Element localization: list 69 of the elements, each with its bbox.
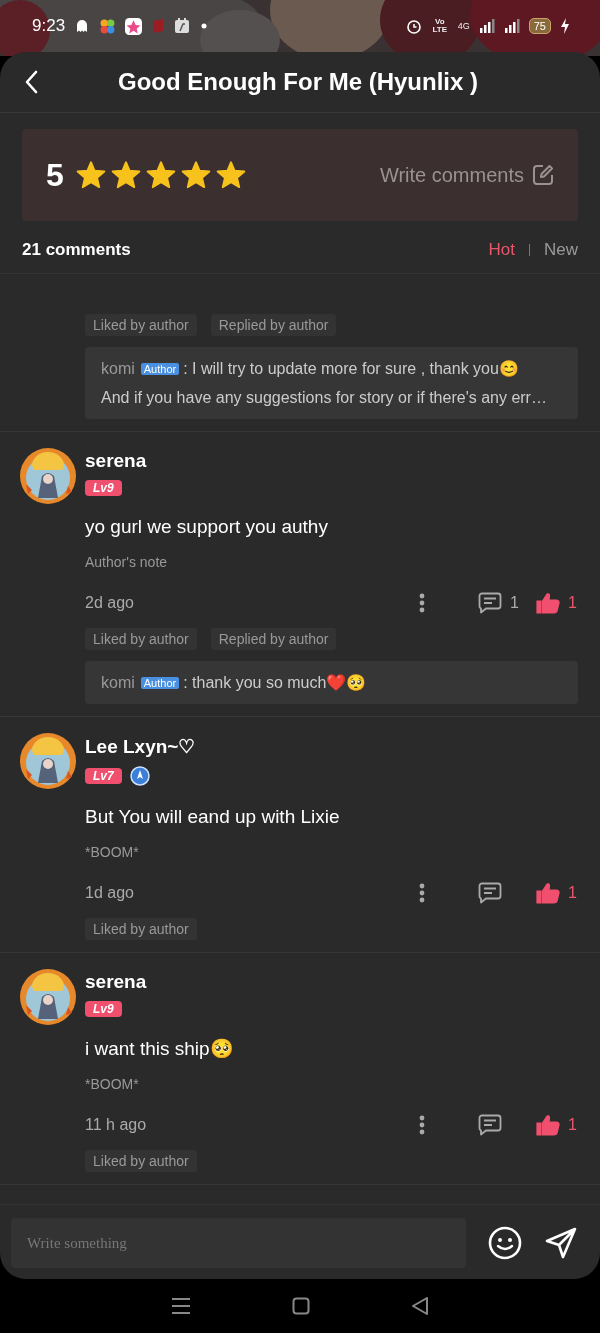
edit-icon <box>532 164 554 186</box>
flower-icon <box>99 17 117 35</box>
like-button[interactable]: 1 <box>536 882 578 904</box>
thumbs-up-icon <box>536 592 560 614</box>
write-comments-button[interactable]: Write comments <box>379 163 554 187</box>
comment-icon <box>478 1114 502 1136</box>
comment-text: yo gurl we support you authy <box>85 516 328 538</box>
more-icon[interactable] <box>418 592 426 614</box>
alarm-icon <box>405 18 422 34</box>
status-tag: Liked by author <box>85 1150 197 1172</box>
user-name[interactable]: serena <box>85 450 147 472</box>
level-badge: Lv9 <box>85 1001 122 1017</box>
status-tag: Liked by author <box>85 314 197 336</box>
reply-button[interactable]: 1 <box>478 592 536 614</box>
thumbs-up-icon <box>536 1114 560 1136</box>
signal-icon <box>503 19 520 33</box>
charging-icon <box>560 18 570 34</box>
like-button[interactable]: 1 <box>536 592 578 614</box>
menu-icon[interactable] <box>170 1297 191 1315</box>
author-badge: Author <box>140 362 180 375</box>
comment-text: i want this ship🥺 <box>85 1037 234 1060</box>
author-badge: Author <box>140 676 180 689</box>
comment-time: 1d ago <box>85 884 135 902</box>
app-icon <box>151 18 166 34</box>
comment-time: 11 h ago <box>85 1116 148 1134</box>
signal-icon <box>478 19 495 33</box>
rating-score: 5 <box>46 156 64 194</box>
status-tag: Liked by author <box>85 628 197 650</box>
reply-text: And if you have any suggestions for story or if there's any err… <box>101 389 548 407</box>
comment-input-field[interactable]: Write something <box>11 1218 466 1268</box>
status-tag: Replied by author <box>210 314 337 336</box>
user-name[interactable]: serena <box>85 971 147 993</box>
comment-time: 2d ago <box>85 594 135 612</box>
page-title: Good Enough For Me (Hyunlix ) <box>117 68 479 96</box>
comment-icon <box>478 592 502 614</box>
calendar-icon <box>174 18 191 34</box>
sort-tab[interactable]: New <box>544 240 578 260</box>
comment-note: *BOOM* <box>85 1076 139 1092</box>
level-badge: Lv9 <box>85 480 122 496</box>
more-icon[interactable] <box>418 1114 426 1136</box>
comment-note: *BOOM* <box>85 844 139 860</box>
thumbs-up-icon <box>536 882 560 904</box>
sort-tab[interactable]: Hot <box>488 240 515 260</box>
reply-text: : I will try to update more for sure , thank you😊 <box>183 359 519 378</box>
reply-author[interactable]: komi <box>101 359 135 378</box>
comment-count: 21 comments <box>22 240 132 260</box>
star-icon <box>215 161 246 189</box>
user-name[interactable]: Lee Lxyn~♡ <box>85 735 196 758</box>
like-button[interactable]: 1 <box>536 1114 578 1136</box>
network-label: Vo LTE <box>431 18 448 34</box>
emoji-icon[interactable] <box>488 1226 522 1260</box>
clock-time: 9:23 <box>32 16 66 36</box>
star-icon <box>110 161 141 189</box>
star-icon <box>180 161 211 189</box>
back-icon[interactable] <box>411 1296 430 1316</box>
star-icon <box>75 161 106 189</box>
comment-text: But You will eand up with Lixie <box>85 806 340 828</box>
comment-icon <box>478 882 502 904</box>
network-type: 4G <box>457 21 470 31</box>
send-icon[interactable] <box>544 1226 578 1260</box>
comment-note: Author's note <box>85 554 168 570</box>
reply-author[interactable]: komi <box>101 673 135 692</box>
reply-text: : thank you so much❤🥺 <box>183 673 367 692</box>
status-tag: Liked by author <box>85 918 197 940</box>
home-icon[interactable] <box>292 1297 310 1315</box>
level-badge: Lv7 <box>85 768 122 784</box>
status-tag: Replied by author <box>210 628 337 650</box>
more-icon[interactable] <box>418 882 426 904</box>
star-icon <box>145 161 176 189</box>
